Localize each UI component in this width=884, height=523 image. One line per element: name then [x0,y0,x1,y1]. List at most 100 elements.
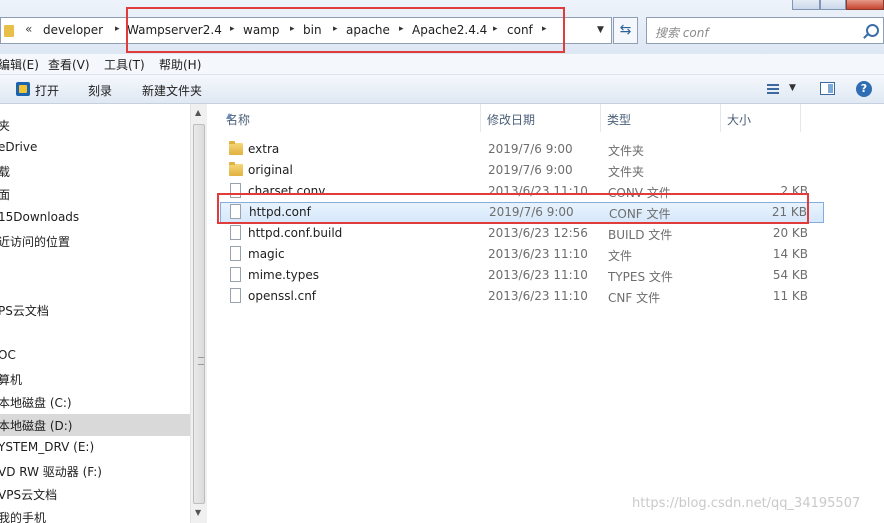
breadcrumb-conf[interactable]: conf [507,23,533,37]
breadcrumb-separator[interactable]: ▸ [230,24,235,34]
nav-item[interactable]: OC [0,345,190,367]
nav-item-label: VPS云文档 [0,488,58,502]
file-row[interactable]: httpd.conf 2019/7/6 9:00 CONF 文件 21 KB [220,202,824,223]
column-type-label: 类型 [607,113,632,127]
nav-item[interactable]: 15Downloads [0,207,190,229]
column-size[interactable]: 大小 [721,104,801,132]
minimize-button[interactable] [792,0,820,10]
search-icon[interactable] [866,24,879,37]
breadcrumb-separator[interactable]: ▸ [399,24,404,34]
file-name: charset.conv [248,184,326,198]
new-folder-button[interactable]: 新建文件夹 [142,82,202,99]
file-row[interactable]: mime.types 2013/6/23 11:10 TYPES 文件 54 KB [220,265,824,286]
file-type: BUILD 文件 [608,228,673,242]
help-icon[interactable]: ? [856,81,872,97]
folder-icon [4,25,14,37]
file-name: magic [248,247,285,261]
preview-pane-icon[interactable] [820,82,835,95]
nav-item[interactable]: 本地磁盘 (D:) [0,414,190,436]
scrollbar-thumb[interactable] [193,124,205,504]
nav-item[interactable]: 夹 [0,114,190,136]
file-date: 2013/6/23 12:56 [488,226,588,240]
nav-item-label: 15Downloads [0,210,80,224]
sort-ascending-icon: ▲ [226,111,233,120]
nav-item-label: eDrive [0,140,38,154]
file-size: 11 KB [772,289,808,303]
file-name: openssl.cnf [248,289,317,303]
command-bar: 打开 刻录 新建文件夹 ▼ ? [0,75,884,104]
scroll-up-icon[interactable]: ▲ [195,108,201,117]
chevron-down-icon[interactable]: ▼ [597,25,604,35]
nav-item[interactable]: 我的手机 [0,506,190,523]
close-button[interactable] [846,0,884,10]
open-icon [16,82,30,96]
nav-item[interactable]: 载 [0,160,190,182]
file-row[interactable]: httpd.conf.build 2013/6/23 12:56 BUILD 文件 2… [220,223,824,244]
scroll-down-icon[interactable]: ▼ [195,508,201,517]
menu-tools[interactable]: 工具(T) [104,56,145,73]
column-date[interactable]: 修改日期 [481,104,601,132]
nav-item-label: 载 [0,165,11,179]
menu-bar: 编辑(E) 查看(V) 工具(T) 帮助(H) [0,54,884,75]
column-name[interactable]: 名称 ▲ [220,104,481,132]
nav-item[interactable] [0,276,190,298]
folder-icon [229,162,243,176]
breadcrumb-apache244[interactable]: Apache2.4.4 [412,23,487,37]
menu-edit[interactable]: 编辑(E) [0,56,39,73]
breadcrumb-bin[interactable]: bin [303,23,322,37]
file-row[interactable]: original 2019/7/6 9:00 文件夹 [220,160,824,181]
nav-item[interactable]: PS云文档 [0,299,190,321]
nav-item-label: 本地磁盘 (D:) [0,419,73,433]
breadcrumb-apache[interactable]: apache [346,23,390,37]
file-size: 2 KB [780,184,808,198]
nav-item[interactable] [0,322,190,344]
chevron-down-icon[interactable]: ▼ [789,83,796,93]
menu-help[interactable]: 帮助(H) [159,56,201,73]
breadcrumb-separator[interactable]: ▸ [542,24,547,34]
open-button[interactable]: 打开 [35,82,59,99]
column-type[interactable]: 类型 [601,104,721,132]
breadcrumb-separator[interactable]: ▸ [333,24,338,34]
overflow-chevron[interactable]: « [25,22,32,36]
breadcrumb-separator[interactable]: ▸ [493,24,498,34]
address-toolbar: « developer ▸ Wampserver2.4 ▸ wamp ▸ bin… [0,0,884,54]
file-size: 20 KB [772,226,808,240]
file-date: 2019/7/6 9:00 [488,142,573,156]
file-type: 文件夹 [608,144,645,158]
view-options-icon[interactable] [767,84,779,94]
nav-item[interactable]: eDrive [0,137,190,159]
nav-item[interactable]: VPS云文档 [0,483,190,505]
nav-item-label: 我的手机 [0,511,47,523]
menu-view[interactable]: 查看(V) [48,56,90,73]
breadcrumb-developer[interactable]: developer [43,23,103,37]
breadcrumb-wampserver[interactable]: Wampserver2.4 [127,23,222,37]
nav-item[interactable]: 面 [0,183,190,205]
maximize-button[interactable] [820,0,846,10]
nav-item[interactable]: VD RW 驱动器 (F:) [0,460,190,482]
file-row[interactable]: magic 2013/6/23 11:10 文件 14 KB [220,244,824,265]
nav-item-label: 面 [0,188,11,202]
refresh-button[interactable]: ⇆ [613,17,638,44]
file-row[interactable]: charset.conv 2013/6/23 11:10 CONV 文件 2 KB [220,181,824,202]
nav-item-label: 算机 [0,373,23,387]
breadcrumb-wamp[interactable]: wamp [243,23,279,37]
file-row[interactable]: openssl.cnf 2013/6/23 11:10 CNF 文件 11 KB [220,286,824,307]
file-date: 2019/7/6 9:00 [488,163,573,177]
breadcrumb-separator[interactable]: ▸ [115,24,120,34]
nav-item[interactable]: YSTEM_DRV (E:) [0,437,190,459]
search-input[interactable]: 搜索 conf [646,17,884,44]
nav-item-label: VD RW 驱动器 (F:) [0,465,102,479]
address-bar[interactable]: « developer ▸ Wampserver2.4 ▸ wamp ▸ bin… [0,17,612,44]
nav-item[interactable]: 近访问的位置 [0,230,190,252]
file-icon [230,225,241,240]
file-name: httpd.conf [249,205,311,219]
nav-scrollbar[interactable]: ▲ ▼ [190,104,207,523]
nav-item[interactable] [0,253,190,275]
file-name: mime.types [248,268,319,282]
nav-item[interactable]: 算机 [0,368,190,390]
file-row[interactable]: extra 2019/7/6 9:00 文件夹 [220,139,824,160]
burn-button[interactable]: 刻录 [88,82,112,99]
breadcrumb-separator[interactable]: ▸ [290,24,295,34]
file-date: 2013/6/23 11:10 [488,268,588,282]
nav-item[interactable]: 本地磁盘 (C:) [0,391,190,413]
